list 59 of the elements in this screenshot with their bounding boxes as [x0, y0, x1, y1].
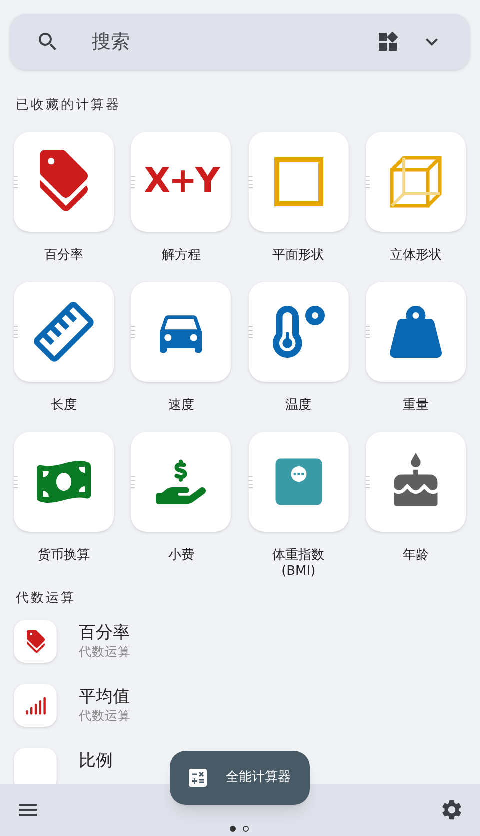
drag-handle-icon	[366, 474, 370, 488]
search-placeholder: 搜索	[92, 30, 131, 55]
tile-label: 小费	[168, 548, 194, 564]
settings-icon[interactable]	[440, 798, 464, 822]
thermometer-icon	[272, 306, 325, 358]
tile-label: 立体形状	[390, 248, 442, 264]
calculator-tile[interactable]	[131, 432, 232, 532]
tile-label: 速度	[168, 398, 194, 414]
drag-handle-icon	[131, 474, 136, 488]
drag-handle-icon	[366, 174, 370, 188]
calculator-tile[interactable]	[366, 282, 466, 382]
drag-handle-icon	[131, 324, 136, 338]
tile-label: 体重指数 (BMI)	[272, 548, 325, 580]
calculator-tile[interactable]	[248, 282, 349, 382]
drag-handle-icon	[14, 174, 18, 188]
calculator-tile[interactable]	[14, 282, 114, 382]
calculator-tile[interactable]	[248, 432, 349, 532]
tile-label: 货币换算	[38, 548, 90, 564]
calculator-icon	[186, 766, 210, 790]
drag-handle-icon	[248, 324, 253, 338]
list-item[interactable]: 平均值 代数运算	[0, 680, 160, 744]
search-bar[interactable]: 搜索	[10, 14, 470, 70]
tile-label: 温度	[286, 398, 312, 414]
tile-label: 平面形状	[272, 248, 325, 264]
item-subtitle: 代数运算	[79, 644, 131, 660]
item-title: 比例	[79, 751, 113, 772]
tile-label: 解方程	[162, 248, 201, 264]
calculator-tile[interactable]	[131, 282, 232, 382]
list-item[interactable]: 百分率 代数运算	[0, 616, 160, 680]
drag-handle-icon	[14, 324, 18, 338]
section-title: 已收藏的计算器	[16, 97, 122, 115]
calculator-tile[interactable]: X+Y	[131, 132, 232, 232]
tile-label: 年龄	[402, 548, 429, 564]
icon-tile	[14, 748, 57, 784]
drag-handle-icon	[248, 474, 253, 488]
widgets-icon[interactable]	[376, 30, 400, 54]
bar-chart-icon	[24, 694, 46, 716]
calculator-tile[interactable]	[366, 432, 466, 532]
drag-handle-icon	[14, 474, 18, 488]
item-subtitle: 代数运算	[79, 708, 131, 724]
calculator-tile[interactable]	[14, 432, 114, 532]
weight-icon	[390, 306, 442, 358]
cube-icon	[390, 156, 442, 208]
section-title: 代数运算	[16, 590, 77, 608]
drag-handle-icon	[248, 174, 253, 188]
square-icon	[274, 156, 324, 206]
tile-label: 百分率	[44, 248, 84, 264]
list-item[interactable]: 比例	[0, 744, 160, 784]
equation-icon: X+Y	[144, 156, 218, 207]
tile-label: 重量	[402, 398, 429, 414]
item-title: 平均值	[79, 687, 131, 708]
tile-label: 长度	[51, 398, 78, 414]
drag-handle-icon	[131, 174, 136, 188]
calculator-tile[interactable]	[248, 132, 349, 232]
calculator-button[interactable]: 全能计算器	[170, 751, 310, 805]
item-title: 百分率	[79, 623, 131, 644]
calculator-tile[interactable]	[14, 132, 114, 232]
calculator-tile[interactable]	[366, 132, 466, 232]
drag-handle-icon	[366, 324, 370, 338]
